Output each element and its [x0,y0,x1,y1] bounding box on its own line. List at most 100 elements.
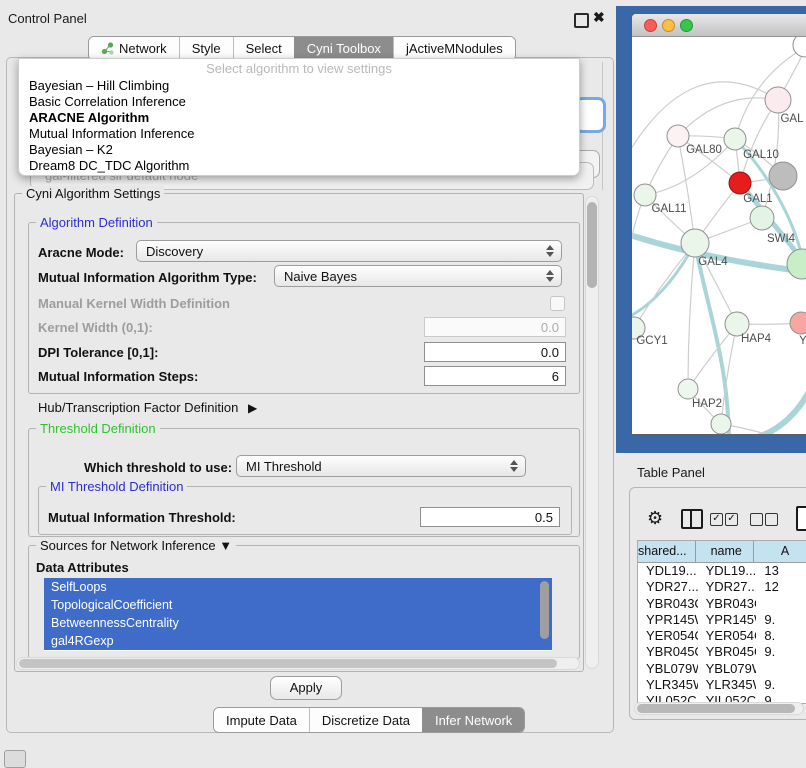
table-cell: 9. [756,644,806,660]
algorithm-option-bayesian-hill-climbing[interactable]: Bayesian – Hill Climbing [19,78,579,94]
zoom-traffic-light[interactable] [680,19,693,32]
float-window-icon[interactable] [574,13,589,28]
manual-kernel-label: Manual Kernel Width Definition [38,296,230,311]
data-attribute-item-betweennesscentrality[interactable]: BetweennessCentrality [44,614,552,632]
data-attribute-item-selfloops[interactable]: SelfLoops [44,578,552,596]
network-node[interactable] [769,162,797,190]
table-cell: YLR345W [698,677,757,693]
network-node[interactable] [787,249,806,279]
column-header-a[interactable]: A [754,541,806,563]
table-cell: YBR043C [698,596,757,612]
mi-type-label: Mutual Information Algorithm Type: [38,270,257,285]
close-traffic-light[interactable] [644,19,657,32]
network-node-hap2[interactable] [678,379,698,399]
algorithm-option-aracne-algorithm[interactable]: ARACNE Algorithm [19,110,579,126]
tab-label: Select [246,41,282,56]
dpi-tolerance-field[interactable]: 0.0 [424,342,566,362]
list-scrollbar-thumb[interactable] [540,581,549,639]
expander-expanded-icon: ▼ [219,538,232,553]
tab-jactivemnodules[interactable]: jActiveMNodules [393,37,515,60]
table-cell: 12 [756,579,806,595]
table-row[interactable]: YBR043CYBR043C [638,596,806,612]
algorithm-option-basic-correlation-inference[interactable]: Basic Correlation Inference [19,94,579,110]
column-header-name[interactable]: name [696,541,754,563]
column-header-shared-[interactable]: shared... [638,541,696,563]
columns-icon[interactable] [681,509,703,529]
mi-steps-field[interactable]: 6 [424,366,566,386]
table-row[interactable]: YLR345WYLR345W9. [638,677,806,693]
table-cell [756,661,806,677]
kernel-width-field[interactable]: 0.0 [424,317,566,337]
network-canvas[interactable]: GALGAL80GAL10GAL1GAL11SWI4GAL4HAP4YGCY1H… [632,37,806,434]
gear-icon[interactable]: ⚙ [647,508,663,529]
table-body: YDL19...YDL19...13YDR27...YDR27...12YBR0… [638,563,806,704]
network-node-swi4[interactable] [750,206,774,230]
tab-style[interactable]: Style [179,37,233,60]
network-node-gal1[interactable] [729,172,751,194]
cyni-settings-title: Cyni Algorithm Settings [22,186,164,201]
algorithm-dropdown-placeholder: Select algorithm to view settings [19,59,579,78]
table-row[interactable]: YDR27...YDR27...12 [638,579,806,595]
settings-vertical-scrollbar[interactable] [585,196,599,669]
data-attribute-item-topologicalcoefficient[interactable]: TopologicalCoefficient [44,596,552,614]
manual-kernel-checkbox[interactable] [550,296,565,311]
data-attribute-item-gal4rgexp[interactable]: gal4RGexp [44,632,552,650]
tab-infer-network[interactable]: Infer Network [422,708,524,732]
close-icon[interactable]: ✖ [593,9,605,26]
table-horizontal-scrollbar[interactable] [634,702,804,715]
network-window: GALGAL80GAL10GAL1GAL11SWI4GAL4HAP4YGCY1H… [631,13,806,435]
node-label-gal10: GAL10 [743,149,779,161]
aracne-mode-label: Aracne Mode: [38,245,124,260]
network-node[interactable] [711,414,731,434]
apply-button[interactable]: Apply [270,676,342,700]
which-threshold-combo[interactable]: MI Threshold [236,455,526,477]
table-row[interactable]: YPR145WYPR145W9. [638,612,806,628]
checked-checkbox-icon[interactable]: ✓ [725,513,738,526]
network-view[interactable]: GALGAL80GAL10GAL1GAL11SWI4GAL4HAP4YGCY1H… [632,37,806,434]
table-row[interactable]: YBR045CYBR045C9. [638,644,806,660]
algorithm-option-bayesian-k2[interactable]: Bayesian – K2 [19,142,579,158]
network-node-gal10[interactable] [724,128,746,150]
settings-horizontal-scrollbar[interactable] [16,657,580,670]
tab-impute-data[interactable]: Impute Data [214,708,309,732]
algorithm-dropdown: Select algorithm to view settings Bayesi… [18,58,580,176]
node-label-gal: GAL [780,113,804,125]
algorithm-definition-title: Algorithm Definition [36,215,157,230]
network-node-gal4[interactable] [681,229,709,257]
table-cell: YDL19... [698,563,757,579]
combo-arrows-icon [546,245,554,257]
checked-checkbox-icon[interactable]: ✓ [710,513,723,526]
hub-expander[interactable]: Hub/Transcription Factor Definition ▶ [38,400,257,415]
sources-title[interactable]: Sources for Network Inference ▼ [36,538,236,553]
mi-type-value: Naive Bayes [284,269,357,284]
aracne-mode-combo[interactable]: Discovery [136,240,562,262]
scrollbar-thumb[interactable] [19,659,557,668]
unchecked-checkbox-icon[interactable] [765,513,778,526]
tab-discretize-data[interactable]: Discretize Data [309,708,422,732]
collapsed-panel-button[interactable] [4,750,26,768]
scrollbar-thumb[interactable] [637,704,795,713]
table-cell: YBL079W [698,661,757,677]
mi-threshold-field[interactable]: 0.5 [420,507,560,527]
network-node-y[interactable] [790,312,806,334]
network-node-gal[interactable] [765,87,791,113]
minimize-traffic-light[interactable] [662,19,675,32]
table-row[interactable]: YDL19...YDL19...13 [638,563,806,579]
tab-cyni-toolbox[interactable]: Cyni Toolbox [294,37,393,60]
mi-type-combo[interactable]: Naive Bayes [274,265,562,287]
table-row[interactable]: YER054CYER054C8. [638,628,806,644]
unchecked-checkbox-icon[interactable] [750,513,763,526]
algorithm-option-mutual-information-inference[interactable]: Mutual Information Inference [19,126,579,142]
expander-collapsed-icon: ▶ [248,401,257,415]
table-row[interactable]: YBL079WYBL079W [638,661,806,677]
node-label-hap4: HAP4 [741,333,772,345]
algorithm-option-dream8-dc-tdc-algorithm[interactable]: Dream8 DC_TDC Algorithm [19,158,579,174]
table-cell: YPR145W [698,612,757,628]
table-cell: YBR043C [638,596,698,612]
tab-network[interactable]: Network [89,37,179,60]
page-icon[interactable] [796,506,806,531]
tab-label: Cyni Toolbox [307,41,381,56]
network-window-titlebar[interactable] [632,14,806,37]
tab-select[interactable]: Select [233,37,294,60]
scrollbar-thumb[interactable] [587,202,597,288]
